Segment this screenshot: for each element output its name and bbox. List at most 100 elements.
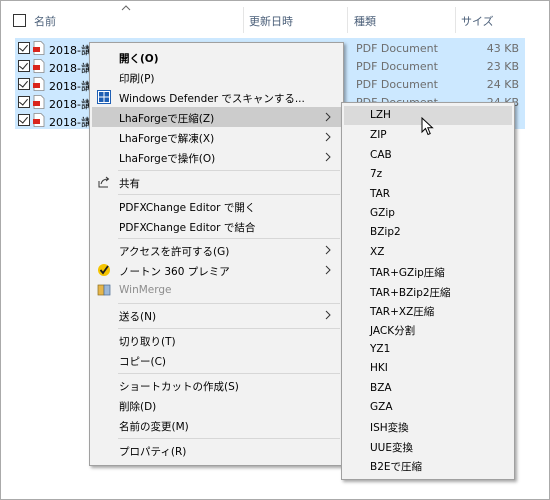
file-size: 43 KB	[486, 42, 519, 55]
chevron-right-icon	[325, 265, 331, 275]
submenu-item-label: 7z	[370, 168, 383, 180]
menu-item-open[interactable]: 開く(O)	[92, 47, 341, 67]
column-divider[interactable]	[347, 7, 348, 33]
menu-item-rename[interactable]: 名前の変更(M)	[92, 415, 341, 435]
submenu-item-7z[interactable]: 7z	[344, 165, 512, 184]
menu-item-pdfx-open[interactable]: PDFXChange Editor で開く	[92, 196, 341, 216]
row-checkbox[interactable]	[18, 78, 30, 90]
sort-ascending-icon	[121, 5, 131, 11]
submenu-item-label: BZA	[370, 382, 392, 394]
menu-item-lhaforge-compress[interactable]: LhaForgeで圧縮(Z)	[92, 107, 341, 127]
menu-separator	[118, 373, 340, 374]
submenu-item-label: TAR+GZip圧縮	[370, 267, 445, 279]
submenu-item-jack-split[interactable]: JACK分割	[344, 320, 512, 339]
row-checkbox[interactable]	[18, 60, 30, 72]
pdf-file-icon	[33, 95, 45, 109]
menu-item-winmerge[interactable]: WinMerge	[92, 280, 341, 300]
menu-item-copy[interactable]: コピー(C)	[92, 350, 341, 370]
submenu-item-label: CAB	[370, 149, 392, 161]
submenu-item-label: ISH変換	[370, 422, 409, 434]
submenu-item-gzip[interactable]: GZip	[344, 204, 512, 223]
column-type[interactable]: 種類	[354, 13, 376, 29]
menu-item-label: コピー(C)	[119, 356, 167, 368]
submenu-item-tar-gzip[interactable]: TAR+GZip圧縮	[344, 262, 512, 281]
column-size[interactable]: サイズ	[461, 13, 494, 29]
menu-item-label: 印刷(P)	[119, 73, 155, 85]
share-icon	[98, 176, 110, 188]
submenu-item-cab[interactable]: CAB	[344, 146, 512, 165]
menu-item-label: LhaForgeで解凍(X)	[119, 133, 215, 145]
menu-item-label: 切り取り(T)	[119, 336, 176, 348]
column-header: 名前 更新日時 種類 サイズ	[1, 1, 549, 39]
submenu-item-tar-bzip2[interactable]: TAR+BZip2圧縮	[344, 282, 512, 301]
column-divider[interactable]	[243, 7, 244, 33]
submenu-item-ish[interactable]: ISH変換	[344, 417, 512, 436]
menu-item-defender-scan[interactable]: Windows Defender でスキャンする...	[92, 87, 341, 107]
submenu-item-label: XZ	[370, 246, 385, 258]
submenu-item-gza[interactable]: GZA	[344, 398, 512, 417]
submenu-item-uue[interactable]: UUE変換	[344, 437, 512, 456]
submenu-item-label: B2Eで圧縮	[370, 461, 423, 473]
menu-item-label: ショートカットの作成(S)	[119, 381, 239, 393]
menu-item-lhaforge-operate[interactable]: LhaForgeで操作(O)	[92, 147, 341, 167]
norton-check-icon	[98, 264, 110, 276]
select-all-checkbox[interactable]	[13, 14, 26, 27]
menu-item-create-shortcut[interactable]: ショートカットの作成(S)	[92, 375, 341, 395]
submenu-item-xz[interactable]: XZ	[344, 243, 512, 262]
context-menu: 開く(O) 印刷(P) Windows Defender でスキャンする... …	[89, 42, 344, 466]
menu-item-label: 削除(D)	[119, 401, 157, 413]
submenu-item-label: TAR+XZ圧縮	[370, 306, 435, 318]
file-size: 23 KB	[486, 60, 519, 73]
file-size: 24 KB	[486, 78, 519, 91]
menu-item-print[interactable]: 印刷(P)	[92, 67, 341, 87]
mouse-pointer-icon	[421, 117, 434, 136]
menu-item-label: 共有	[119, 178, 140, 190]
column-name[interactable]: 名前	[34, 13, 56, 29]
row-checkbox[interactable]	[18, 114, 30, 126]
column-date[interactable]: 更新日時	[249, 13, 293, 29]
file-type: PDF Document	[356, 42, 438, 55]
submenu-item-b2e[interactable]: B2Eで圧縮	[344, 456, 512, 475]
submenu-item-label: HKI	[370, 362, 388, 374]
submenu-item-label: TAR+BZip2圧縮	[370, 287, 451, 299]
file-name: 2018-講	[49, 116, 92, 129]
menu-item-send-to[interactable]: 送る(N)	[92, 305, 341, 325]
chevron-right-icon	[325, 310, 331, 320]
menu-item-label: Windows Defender でスキャンする...	[119, 93, 305, 105]
submenu-item-label: JACK分割	[370, 325, 416, 337]
windows-defender-icon	[97, 90, 111, 104]
row-checkbox[interactable]	[18, 42, 30, 54]
file-type: PDF Document	[356, 60, 438, 73]
menu-item-delete[interactable]: 削除(D)	[92, 395, 341, 415]
submenu-item-tar[interactable]: TAR	[344, 185, 512, 204]
menu-separator	[118, 238, 340, 239]
menu-item-norton[interactable]: ノートン 360 プレミア	[92, 260, 341, 280]
column-divider[interactable]	[455, 7, 456, 33]
menu-item-label: WinMerge	[119, 284, 172, 296]
submenu-item-tar-xz[interactable]: TAR+XZ圧縮	[344, 301, 512, 320]
pdf-file-icon	[33, 41, 45, 55]
submenu-item-bzip2[interactable]: BZip2	[344, 223, 512, 242]
menu-item-label: PDFXChange Editor で結合	[119, 222, 256, 234]
menu-item-properties[interactable]: プロパティ(R)	[92, 440, 341, 460]
submenu-item-hki[interactable]: HKI	[344, 359, 512, 378]
submenu-item-label: TAR	[370, 188, 391, 200]
menu-separator	[118, 170, 340, 171]
pdf-file-icon	[33, 113, 45, 127]
menu-item-cut[interactable]: 切り取り(T)	[92, 330, 341, 350]
pdf-file-icon	[33, 77, 45, 91]
submenu-item-label: GZA	[370, 401, 393, 413]
row-checkbox[interactable]	[18, 96, 30, 108]
menu-item-lhaforge-extract[interactable]: LhaForgeで解凍(X)	[92, 127, 341, 147]
file-type: PDF Document	[356, 78, 438, 91]
submenu-item-label: LZH	[370, 109, 391, 121]
chevron-right-icon	[325, 245, 331, 255]
menu-item-pdfx-combine[interactable]: PDFXChange Editor で結合	[92, 216, 341, 236]
submenu-item-yz1[interactable]: YZ1	[344, 340, 512, 359]
menu-separator	[118, 438, 340, 439]
submenu-item-label: ZIP	[370, 129, 387, 141]
chevron-right-icon	[325, 132, 331, 142]
submenu-item-bza[interactable]: BZA	[344, 379, 512, 398]
menu-item-share[interactable]: 共有	[92, 172, 341, 192]
menu-item-give-access[interactable]: アクセスを許可する(G)	[92, 240, 341, 260]
